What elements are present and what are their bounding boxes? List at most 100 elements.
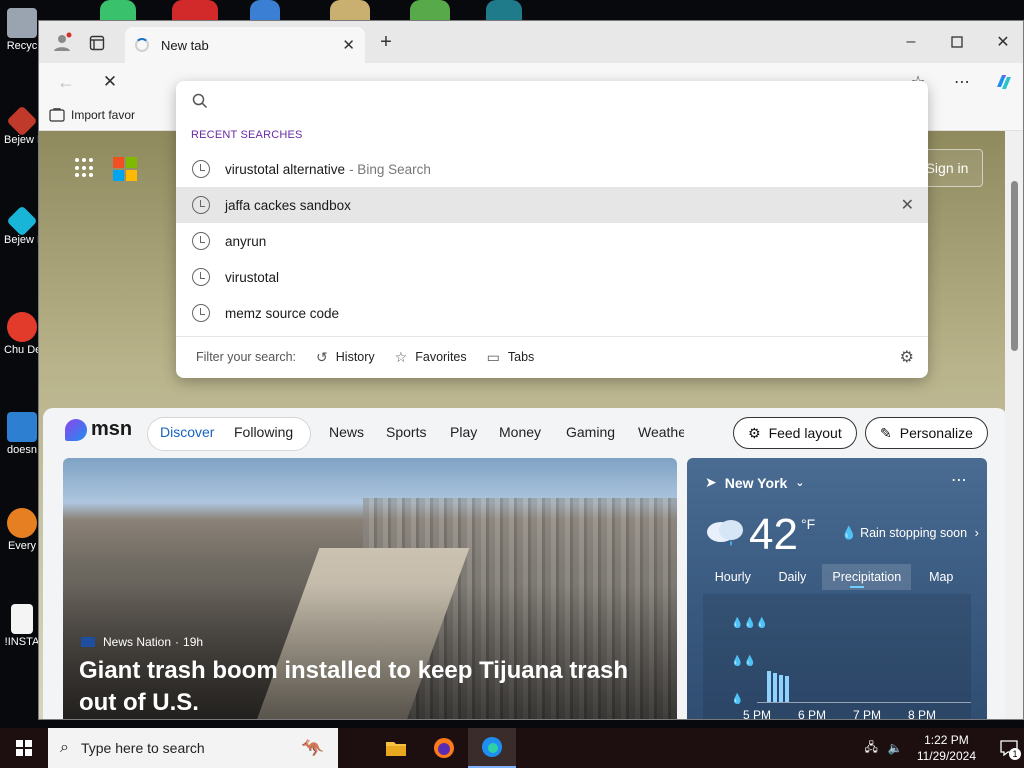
weather-tab-map[interactable]: Map xyxy=(911,564,971,590)
desktop-icon-recycle-bin[interactable]: Recyc xyxy=(4,8,40,60)
feed-layout-button[interactable]: ⚙ Feed layout xyxy=(733,417,857,449)
precipitation-bar xyxy=(779,675,783,702)
close-tab-icon[interactable]: ✕ xyxy=(342,36,355,54)
tab-news[interactable]: News xyxy=(329,424,364,440)
filter-favorites-label: Favorites xyxy=(415,350,467,364)
file-explorer-icon[interactable] xyxy=(372,728,420,768)
tab-new-tab[interactable]: New tab ✕ xyxy=(125,27,365,63)
weather-location[interactable]: ➤ New York ⌄ xyxy=(705,474,804,491)
address-bar xyxy=(176,81,928,121)
filter-history[interactable]: ↺ History xyxy=(316,349,375,366)
windows-logo-icon xyxy=(16,740,32,756)
clock-time: 1:22 PM xyxy=(924,733,969,747)
edge-icon[interactable] xyxy=(468,728,516,768)
weather-card[interactable]: ➤ New York ⌄ ⋯ 42 °F 💧 Rain stopping soo… xyxy=(687,458,987,719)
desktop-icon-doesn[interactable]: doesn xyxy=(4,412,40,464)
profile-icon[interactable] xyxy=(51,31,73,53)
desktop-icon-label: Bejew Del xyxy=(4,234,40,246)
weather-condition[interactable]: 💧 Rain stopping soon › xyxy=(841,526,979,541)
tab-sports[interactable]: Sports xyxy=(386,424,426,440)
history-icon xyxy=(192,160,210,178)
microsoft-logo xyxy=(113,157,137,181)
desktop-icon-install[interactable]: !INSTA xyxy=(4,604,40,656)
tab-money[interactable]: Money xyxy=(499,424,541,440)
stop-loading-icon[interactable]: ✕ xyxy=(99,71,121,93)
suggestion-suffix: - Bing Search xyxy=(349,161,431,177)
moderate-rain-icon: 💧💧 xyxy=(731,656,756,667)
desktop-icon-chuzzle[interactable]: Chu Del xyxy=(4,312,40,364)
minimize-icon[interactable]: – xyxy=(899,31,923,53)
msn-logo[interactable]: msn xyxy=(65,418,132,441)
precipitation-bar xyxy=(785,676,789,702)
remove-suggestion-icon[interactable]: ✕ xyxy=(901,195,914,215)
location-name: New York xyxy=(724,474,788,491)
filter-favorites[interactable]: ☆ Favorites xyxy=(395,349,467,366)
suggestion-text: memz source code xyxy=(225,305,340,321)
volume-icon[interactable]: 🔈 xyxy=(888,741,903,755)
apps-launcher-icon[interactable] xyxy=(75,158,95,178)
maximize-icon[interactable] xyxy=(945,31,969,53)
back-icon[interactable]: ← xyxy=(55,71,77,93)
history-icon: ↺ xyxy=(316,348,328,365)
tab-actions-icon[interactable] xyxy=(87,33,107,53)
time-label: 5 PM xyxy=(743,708,772,719)
personalize-button[interactable]: ✎ Personalize xyxy=(865,417,988,449)
desktop-decoration xyxy=(172,0,218,20)
suggestion-item[interactable]: virustotal xyxy=(176,259,928,295)
filter-tabs[interactable]: ▭ Tabs xyxy=(487,349,535,366)
tab-weather[interactable]: Weathe xyxy=(638,424,684,440)
close-window-icon[interactable]: ✕ xyxy=(991,31,1015,53)
tab-gaming[interactable]: Gaming xyxy=(566,424,615,440)
desktop-icon-label: !INSTA xyxy=(4,636,40,648)
hero-article-card[interactable]: News Nation · 19h Giant trash boom insta… xyxy=(63,458,677,719)
clock[interactable]: 1:22 PM 11/29/2024 xyxy=(917,732,976,764)
more-icon[interactable]: ⋯ xyxy=(951,470,967,490)
filter-tabs-label: Tabs xyxy=(507,350,535,364)
precipitation-bar xyxy=(773,673,777,702)
chevron-down-icon: ⌄ xyxy=(795,477,805,489)
chevron-right-icon: › xyxy=(974,526,979,540)
network-icon[interactable]: 🖧 xyxy=(864,738,877,759)
article-source: News Nation · 19h xyxy=(81,635,203,649)
notifications-button[interactable]: 1 xyxy=(994,728,1024,768)
tab-play[interactable]: Play xyxy=(450,424,477,440)
search-icon xyxy=(192,93,208,109)
page-scrollbar[interactable] xyxy=(1005,131,1023,719)
history-icon xyxy=(192,268,210,286)
copilot-icon[interactable] xyxy=(991,69,1017,95)
settings-gear-icon[interactable]: ⚙ xyxy=(900,347,914,367)
desktop-icon-bejeweled-2[interactable]: Bejew Del xyxy=(4,205,40,262)
weather-tab-daily[interactable]: Daily xyxy=(763,564,823,590)
tab-following[interactable]: Following xyxy=(234,424,293,440)
tabs-icon: ▭ xyxy=(486,348,500,365)
desktop-icon-label: doesn xyxy=(7,444,37,456)
desktop-icon-label: Every xyxy=(7,540,37,552)
precipitation-chart: 💧💧💧 💧💧 💧 5 PM 6 PM 7 PM 8 PM xyxy=(703,594,971,719)
notification-count: 1 xyxy=(1009,748,1021,760)
history-icon xyxy=(192,304,210,322)
scrollbar-thumb[interactable] xyxy=(1011,181,1018,351)
article-headline[interactable]: Giant trash boom installed to keep Tijua… xyxy=(79,655,669,719)
desktop-icon-bejeweled-1[interactable]: Bejew Del xyxy=(4,105,40,162)
more-options-icon[interactable]: ⋯ xyxy=(951,71,973,93)
document-icon xyxy=(11,604,33,634)
desktop-icon-everything[interactable]: Every xyxy=(4,508,40,560)
address-input[interactable] xyxy=(220,93,928,109)
tab-discover[interactable]: Discover xyxy=(160,424,214,440)
search-app-icon xyxy=(7,508,37,538)
precipitation-bar xyxy=(767,671,771,702)
suggestion-item[interactable]: jaffa cackes sandbox ✕ xyxy=(176,187,928,223)
start-button[interactable] xyxy=(0,728,48,768)
weather-tab-hourly[interactable]: Hourly xyxy=(703,564,763,590)
clock-date: 11/29/2024 xyxy=(916,749,976,763)
suggestion-item[interactable]: memz source code xyxy=(176,295,928,331)
firefox-icon[interactable] xyxy=(420,728,468,768)
new-tab-icon[interactable]: + xyxy=(375,31,397,53)
suggestion-item[interactable]: anyrun xyxy=(176,223,928,259)
weather-tab-precipitation[interactable]: Precipitation xyxy=(822,564,912,590)
import-favorites-button[interactable]: Import favor xyxy=(49,108,135,122)
suggestion-item[interactable]: virustotal alternative - Bing Search xyxy=(176,151,928,187)
taskbar: ⌕ Type here to search 🦘 🖧 🔈 1:22 PM 11/2… xyxy=(0,728,1024,768)
chuzzle-icon xyxy=(7,312,37,342)
taskbar-search[interactable]: ⌕ Type here to search 🦘 xyxy=(48,728,338,768)
